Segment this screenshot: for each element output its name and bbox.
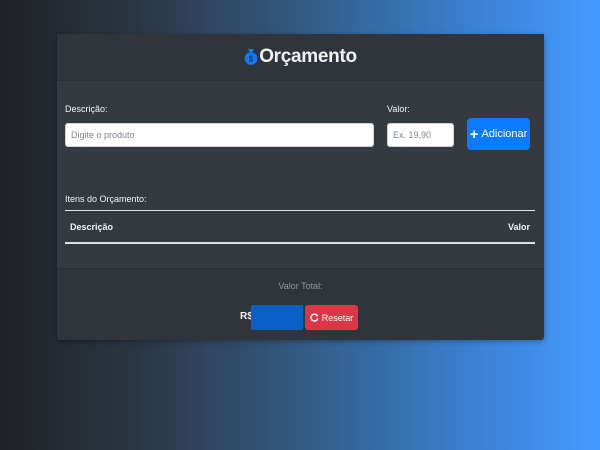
column-header-value: Valor — [507, 221, 530, 232]
plus-icon: + — [469, 125, 479, 143]
value-label: Valor: — [387, 104, 410, 114]
column-header-description: Descrição — [70, 221, 114, 232]
value-input[interactable] — [387, 123, 454, 147]
card-footer: Valor Total: R$ Resetar — [57, 268, 544, 340]
total-value-display — [251, 305, 303, 330]
description-label: Descrição: — [65, 104, 108, 114]
card-header: $ Orçamento — [57, 34, 544, 81]
page-title: Orçamento — [259, 46, 357, 67]
reset-button[interactable]: Resetar — [305, 305, 358, 330]
total-label: Valor Total: — [278, 281, 323, 291]
reset-icon — [310, 313, 319, 322]
add-button[interactable]: + Adicionar — [467, 118, 530, 150]
budget-card: $ Orçamento Descrição: Valor: + Adiciona… — [57, 34, 544, 340]
money-bag-icon: $ — [244, 49, 258, 65]
table-header-row: Descrição Valor — [65, 211, 535, 244]
description-input[interactable] — [65, 123, 374, 147]
add-button-label: Adicionar — [481, 128, 528, 140]
items-section-label: Itens do Orçamento: — [65, 194, 147, 204]
reset-button-label: Resetar — [321, 312, 354, 323]
items-table: Descrição Valor — [65, 210, 535, 244]
svg-text:$: $ — [249, 55, 254, 64]
